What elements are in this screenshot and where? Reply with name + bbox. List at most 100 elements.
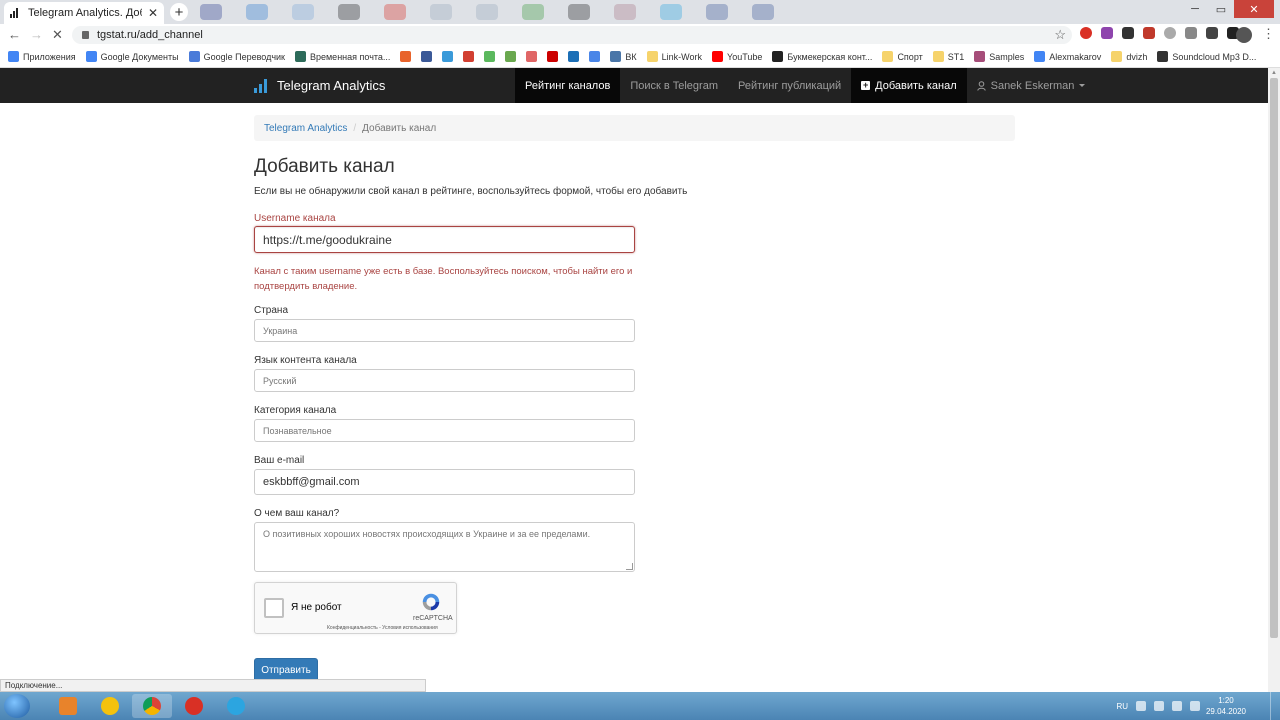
background-tab-icon[interactable] xyxy=(522,4,544,20)
tray-arrow-icon[interactable] xyxy=(1136,701,1146,711)
bookmark-icon xyxy=(421,51,433,62)
extension-icon[interactable] xyxy=(1122,27,1134,39)
tray-app-icon[interactable] xyxy=(1154,701,1164,711)
nav-channel-rating[interactable]: Рейтинг каналов xyxy=(515,68,621,103)
page-scrollbar[interactable]: ▲ xyxy=(1268,68,1280,692)
taskbar-media-player[interactable] xyxy=(48,694,88,718)
tab-close-icon[interactable]: ✕ xyxy=(148,6,158,20)
bookmark-item[interactable] xyxy=(568,51,580,62)
windows-taskbar: RU 1:20 29.04.2020 xyxy=(0,692,1280,720)
background-tab-icon[interactable] xyxy=(430,4,452,20)
user-menu-dropdown[interactable]: Sanek Eskerman xyxy=(967,68,1096,103)
tab-title: Telegram Analytics. Добавить ка... xyxy=(28,7,142,19)
lock-icon xyxy=(82,31,89,39)
username-input[interactable]: https://t.me/goodukraine xyxy=(254,226,635,253)
opera-extension-icon[interactable] xyxy=(1080,27,1092,39)
minimize-button[interactable]: ─ xyxy=(1182,0,1208,18)
background-tab-icon[interactable] xyxy=(614,4,636,20)
language-indicator[interactable]: RU xyxy=(1116,702,1128,711)
site-brand[interactable]: Telegram Analytics xyxy=(254,68,385,103)
background-tab-icon[interactable] xyxy=(752,4,774,20)
extension-icon[interactable] xyxy=(1206,27,1218,39)
scroll-up-arrow-icon[interactable]: ▲ xyxy=(1271,70,1277,76)
bookmark-item[interactable] xyxy=(400,51,412,62)
background-tab-icon[interactable] xyxy=(246,4,268,20)
taskbar-chrome[interactable] xyxy=(132,694,172,718)
taskbar-opera[interactable] xyxy=(174,694,214,718)
bookmark-item[interactable]: Google Переводчик xyxy=(188,51,285,62)
address-bar[interactable]: tgstat.ru/add_channel ☆ xyxy=(72,26,1072,44)
about-textarea[interactable]: О позитивных хороших новостях происходящ… xyxy=(254,522,635,572)
background-tab-icon[interactable] xyxy=(568,4,590,20)
country-select[interactable]: Украина xyxy=(254,319,635,342)
taskbar-clock[interactable]: 1:20 29.04.2020 xyxy=(1206,695,1246,717)
bookmark-item[interactable]: Samples xyxy=(974,51,1024,62)
start-button[interactable] xyxy=(4,694,30,718)
profile-avatar[interactable] xyxy=(1236,27,1252,43)
email-input[interactable]: eskbbff@gmail.com xyxy=(254,469,635,495)
bookmark-item[interactable] xyxy=(526,51,538,62)
extension-icon[interactable] xyxy=(1143,27,1155,39)
taskbar-aimp[interactable] xyxy=(90,694,130,718)
stop-loading-icon[interactable]: ✕ xyxy=(52,27,63,43)
background-tab-icon[interactable] xyxy=(706,4,728,20)
recaptcha-checkbox[interactable] xyxy=(264,598,284,618)
media-player-icon xyxy=(59,697,77,715)
bookmark-item[interactable] xyxy=(421,51,433,62)
background-tab-icon[interactable] xyxy=(200,4,222,20)
bookmark-item[interactable]: Приложения xyxy=(8,51,76,62)
bookmark-item[interactable]: Спорт xyxy=(882,51,923,62)
nav-post-rating[interactable]: Рейтинг публикаций xyxy=(728,68,851,103)
recaptcha-brand: reCAPTCHA xyxy=(413,615,453,622)
forward-arrow-icon[interactable]: → xyxy=(30,27,43,42)
resize-grip-icon[interactable] xyxy=(626,563,633,570)
background-tab-icon[interactable] xyxy=(476,4,498,20)
bookmark-item[interactable]: ВК xyxy=(610,51,637,62)
browser-tab-active[interactable]: Telegram Analytics. Добавить ка... ✕ xyxy=(4,2,164,24)
bookmark-item[interactable]: Букмекерская конт... xyxy=(772,51,872,62)
bookmark-item[interactable]: dvizh xyxy=(1111,51,1147,62)
pen-extension-icon[interactable] xyxy=(1101,27,1113,39)
bookmark-item[interactable] xyxy=(442,51,454,62)
bookmark-item[interactable]: Alexmakarov xyxy=(1034,51,1101,62)
nav-telegram-search[interactable]: Поиск в Telegram xyxy=(620,68,728,103)
breadcrumb-home-link[interactable]: Telegram Analytics xyxy=(264,123,347,134)
bookmark-item[interactable] xyxy=(547,51,559,62)
category-select[interactable]: Познавательное xyxy=(254,419,635,442)
language-select[interactable]: Русский xyxy=(254,369,635,392)
background-tab-icon[interactable] xyxy=(660,4,682,20)
aimp-icon xyxy=(101,697,119,715)
taskbar-telegram[interactable] xyxy=(216,694,256,718)
bookmark-item[interactable] xyxy=(484,51,496,62)
browser-menu-icon[interactable]: ⋮ xyxy=(1262,26,1275,42)
bookmark-icon xyxy=(294,51,306,62)
background-tab-icon[interactable] xyxy=(384,4,406,20)
scrollbar-thumb[interactable] xyxy=(1270,78,1278,638)
bookmark-item[interactable] xyxy=(505,51,517,62)
background-tab-icon[interactable] xyxy=(338,4,360,20)
volume-icon[interactable] xyxy=(1190,701,1200,711)
background-tab-icon[interactable] xyxy=(292,4,314,20)
window-close-button[interactable]: ✕ xyxy=(1234,0,1274,18)
recaptcha-terms-links[interactable]: Конфиденциальность - Условия использован… xyxy=(327,625,438,631)
back-arrow-icon[interactable]: ← xyxy=(8,27,21,42)
bookmark-icon xyxy=(974,51,986,62)
new-tab-button[interactable]: + xyxy=(170,3,188,21)
show-desktop-button[interactable] xyxy=(1270,692,1280,720)
bookmark-item[interactable] xyxy=(589,51,601,62)
bookmark-star-icon[interactable]: ☆ xyxy=(1054,27,1066,43)
globe-extension-icon[interactable] xyxy=(1164,27,1176,39)
extension-icon[interactable] xyxy=(1185,27,1197,39)
bookmark-item[interactable]: Временная почта... xyxy=(294,51,390,62)
bookmark-item[interactable] xyxy=(463,51,475,62)
bookmark-item[interactable]: YouTube xyxy=(712,51,762,62)
bookmark-item[interactable]: Link-Work xyxy=(646,51,702,62)
bookmark-icon xyxy=(646,51,658,62)
bookmark-item[interactable]: Google Документы xyxy=(85,51,179,62)
network-icon[interactable] xyxy=(1172,701,1182,711)
chrome-icon xyxy=(143,697,161,715)
nav-add-channel[interactable]: + Добавить канал xyxy=(851,68,967,103)
bookmark-item[interactable]: Soundcloud Mp3 D... xyxy=(1157,51,1256,62)
bookmark-item[interactable]: ST1 xyxy=(932,51,964,62)
maximize-button[interactable]: ▭ xyxy=(1208,0,1234,18)
